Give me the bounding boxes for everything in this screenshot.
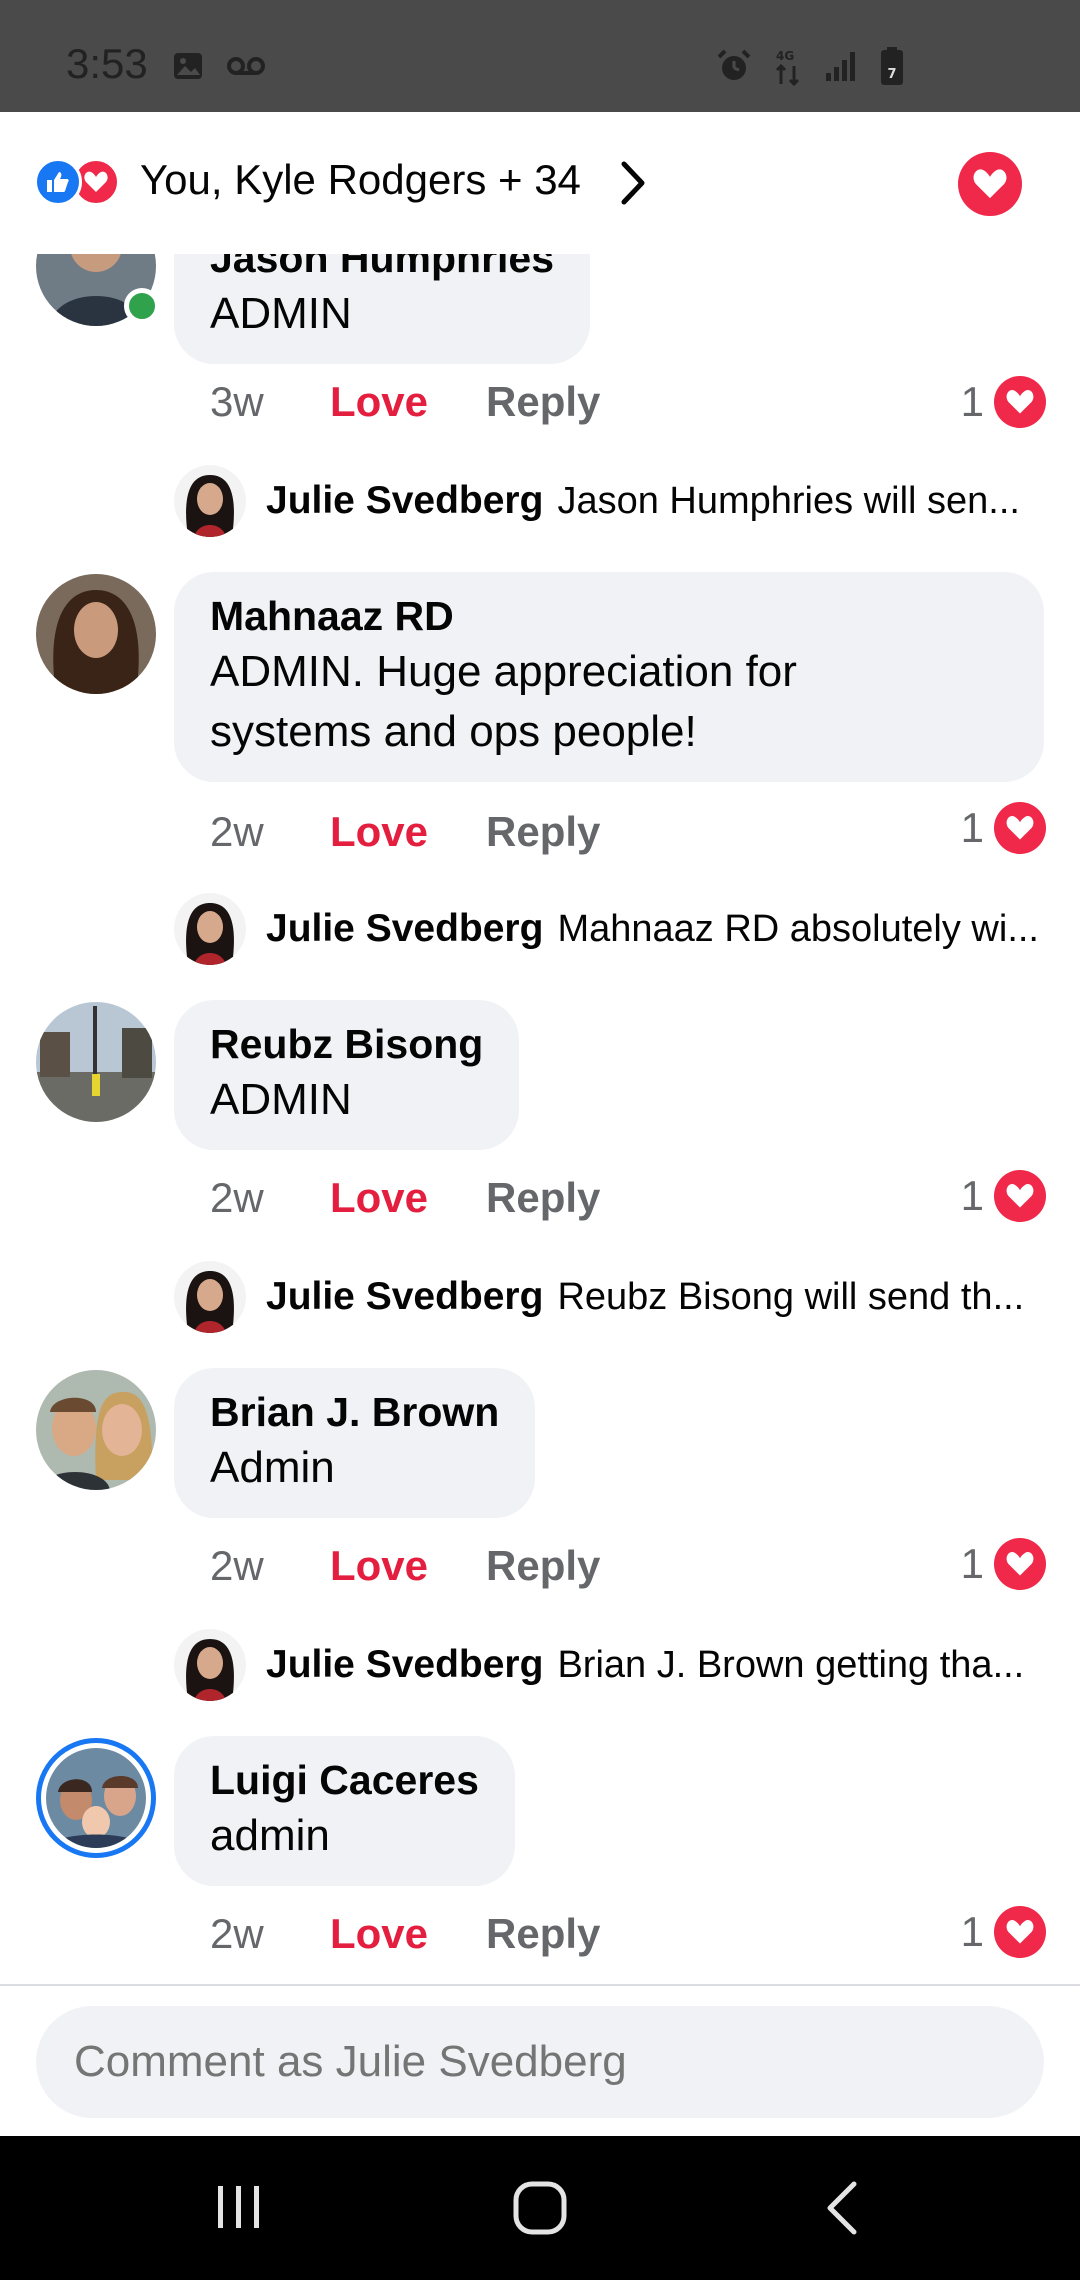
- avatar[interactable]: [36, 574, 156, 694]
- comment-reaction-count[interactable]: 1: [961, 372, 1046, 432]
- heart-icon: [994, 802, 1046, 854]
- reply-button[interactable]: Reply: [486, 1542, 600, 1590]
- reply-button[interactable]: Reply: [486, 1174, 600, 1222]
- love-button[interactable]: Love: [330, 1910, 486, 1958]
- comments-list[interactable]: Jason Humphries ADMIN 3w Love Reply 1 Ju…: [0, 254, 1080, 1984]
- comment-author[interactable]: Mahnaaz RD: [210, 590, 1008, 642]
- avatar[interactable]: [36, 1738, 156, 1858]
- comment-actions: 2w Love Reply: [210, 1904, 600, 1964]
- system-nav-bar: [0, 2136, 1080, 2280]
- comment-time: 3w: [210, 378, 264, 425]
- back-icon[interactable]: [820, 2180, 866, 2241]
- recent-apps-icon[interactable]: [212, 2180, 266, 2239]
- comment-reaction-count[interactable]: 1: [961, 798, 1046, 858]
- comment-bubble[interactable]: Mahnaaz RD ADMIN. Huge appreciation for …: [174, 572, 1044, 782]
- comment-actions: 2w Love Reply: [210, 1168, 600, 1228]
- comment-text: ADMIN: [210, 1075, 352, 1124]
- reply-text: Brian J. Brown getting tha...: [557, 1643, 1025, 1686]
- love-button[interactable]: Love: [330, 1542, 486, 1590]
- comment-bubble[interactable]: Luigi Caceres admin: [174, 1736, 515, 1886]
- avatar: [174, 1629, 246, 1701]
- svg-text:4G: 4G: [776, 49, 794, 63]
- heart-icon: [994, 1538, 1046, 1590]
- reply-text: Jason Humphries will sen...: [557, 479, 1020, 522]
- comment-time: 2w: [210, 808, 264, 855]
- comment-time: 2w: [210, 1174, 264, 1221]
- avatar[interactable]: [36, 1002, 156, 1122]
- avatar[interactable]: [36, 1370, 156, 1490]
- love-button[interactable]: Love: [330, 808, 486, 856]
- reply-preview[interactable]: Julie Svedberg Jason Humphries will sen.…: [174, 464, 1044, 538]
- avatar: [174, 893, 246, 965]
- battery-icon: 7: [880, 46, 904, 91]
- comment-composer: [0, 1984, 1080, 2136]
- reply-button[interactable]: Reply: [486, 1910, 600, 1958]
- comment-author[interactable]: Brian J. Brown: [210, 1386, 499, 1438]
- reaction-count-number: 1: [960, 1540, 984, 1587]
- status-bar: 3:53 4G 7: [0, 0, 1080, 112]
- avatar: [174, 465, 246, 537]
- image-icon: [172, 50, 204, 87]
- reaction-count-number: 1: [960, 378, 984, 425]
- reaction-count-number: 1: [960, 804, 984, 851]
- comment-bubble[interactable]: Jason Humphries ADMIN: [174, 254, 591, 364]
- comment-bubble[interactable]: Brian J. Brown Admin: [174, 1368, 536, 1518]
- reply-button[interactable]: Reply: [486, 808, 600, 856]
- comment-text: Admin: [210, 1443, 335, 1492]
- comment-actions: 2w Love Reply: [210, 1536, 600, 1596]
- comment-reaction-count[interactable]: 1: [961, 1902, 1046, 1962]
- heart-icon: [994, 1906, 1046, 1958]
- online-status-dot: [124, 288, 160, 324]
- reaction-summary-icons[interactable]: [34, 158, 120, 206]
- chevron-right-icon[interactable]: [618, 160, 648, 211]
- comment-text: ADMIN. Huge appreciation for systems and…: [210, 647, 797, 756]
- comment-actions: 2w Love Reply: [210, 802, 600, 862]
- comment-time: 2w: [210, 1910, 264, 1957]
- signal-icon: [824, 49, 858, 88]
- reply-text: Mahnaaz RD absolutely wi...: [557, 907, 1039, 950]
- reply-author[interactable]: Julie Svedberg: [266, 907, 543, 951]
- comment-time: 2w: [210, 1542, 264, 1589]
- status-time: 3:53: [66, 40, 148, 87]
- avatar: [174, 1261, 246, 1333]
- comment-author[interactable]: Luigi Caceres: [210, 1754, 479, 1806]
- data-transfer-icon: 4G: [774, 46, 802, 91]
- alarm-icon: [716, 48, 752, 89]
- comment-reaction-count[interactable]: 1: [961, 1534, 1046, 1594]
- reaction-count-number: 1: [960, 1908, 984, 1955]
- reply-text: Reubz Bisong will send th...: [557, 1275, 1025, 1318]
- home-icon[interactable]: [512, 2180, 568, 2241]
- reply-author[interactable]: Julie Svedberg: [266, 1643, 543, 1687]
- reply-preview[interactable]: Julie Svedberg Reubz Bisong will send th…: [174, 1260, 1044, 1334]
- reply-author[interactable]: Julie Svedberg: [266, 1275, 543, 1319]
- comment-reaction-count[interactable]: 1: [961, 1166, 1046, 1226]
- reply-button[interactable]: Reply: [486, 378, 600, 426]
- heart-icon: [973, 169, 1007, 199]
- heart-icon: [994, 376, 1046, 428]
- svg-text:7: 7: [887, 67, 896, 82]
- comment-actions: 3w Love Reply: [210, 372, 600, 432]
- reaction-count-number: 1: [960, 1172, 984, 1219]
- love-button[interactable]: Love: [330, 1174, 486, 1222]
- comment-text: admin: [210, 1811, 330, 1860]
- reactors-summary-text[interactable]: You, Kyle Rodgers + 34: [140, 156, 581, 204]
- comment-author[interactable]: Reubz Bisong: [210, 1018, 483, 1070]
- heart-icon: [994, 1170, 1046, 1222]
- reply-preview[interactable]: Julie Svedberg Mahnaaz RD absolutely wi.…: [174, 892, 1044, 966]
- comment-author[interactable]: Jason Humphries: [210, 254, 554, 284]
- comment-text: ADMIN: [210, 289, 352, 338]
- love-button[interactable]: Love: [330, 378, 486, 426]
- voicemail-icon: [226, 55, 266, 82]
- comment-input[interactable]: [36, 2006, 1044, 2118]
- reply-author[interactable]: Julie Svedberg: [266, 479, 543, 523]
- love-react-button[interactable]: [958, 152, 1022, 216]
- comment-bubble[interactable]: Reubz Bisong ADMIN: [174, 1000, 520, 1150]
- reply-preview[interactable]: Julie Svedberg Brian J. Brown getting th…: [174, 1628, 1044, 1702]
- like-reaction-icon: [34, 158, 82, 206]
